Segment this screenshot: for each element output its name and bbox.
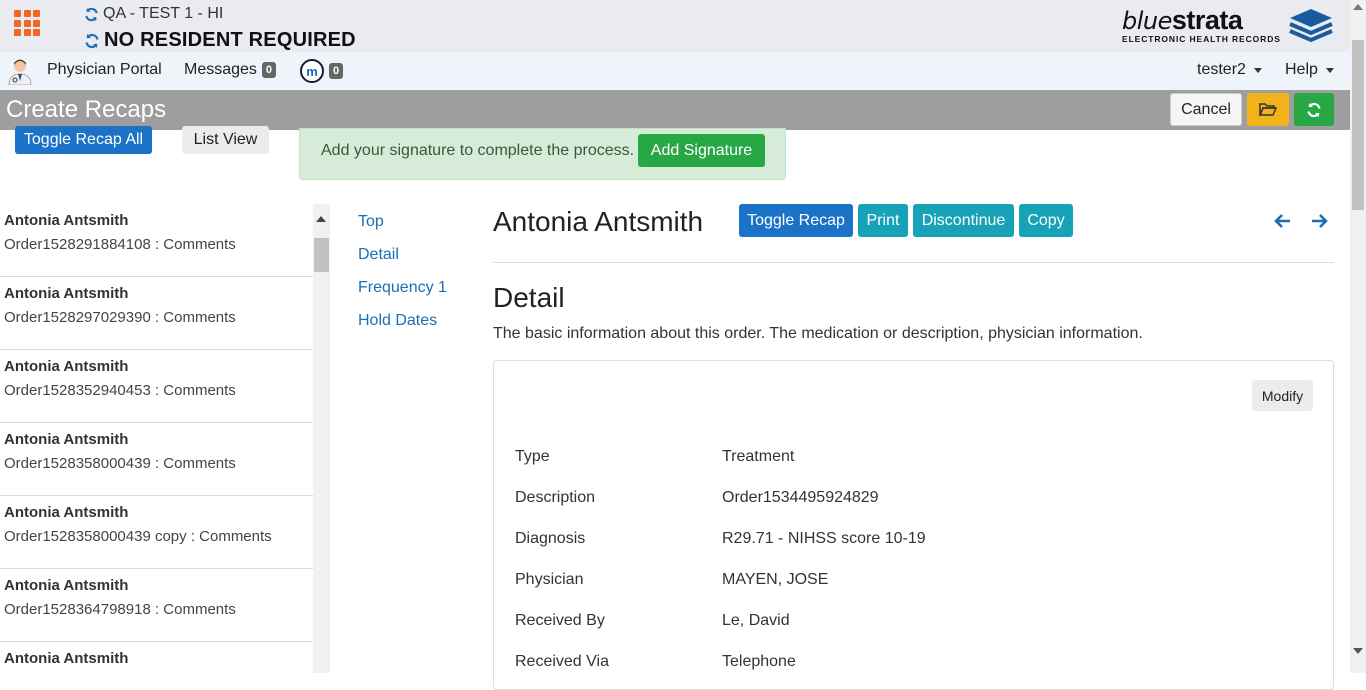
field-value: Treatment bbox=[722, 448, 795, 465]
sync-icon bbox=[84, 33, 100, 49]
logo-bold-text: strata bbox=[1171, 5, 1243, 35]
section-nav: Top Detail Frequency 1 Hold Dates bbox=[330, 204, 480, 673]
divider bbox=[493, 262, 1334, 263]
user-menu[interactable]: tester2 bbox=[1197, 61, 1262, 79]
arrow-right-icon[interactable] bbox=[1310, 212, 1328, 230]
nav-messages[interactable]: Messages 0 bbox=[184, 61, 277, 79]
order-patient-title: Antonia Antsmith bbox=[493, 206, 704, 237]
page-scrollbar[interactable] bbox=[1350, 0, 1366, 673]
scroll-down-icon[interactable] bbox=[1353, 648, 1363, 654]
order-patient-name: Antonia Antsmith bbox=[4, 285, 129, 302]
arrow-left-icon[interactable] bbox=[1274, 212, 1292, 230]
section-link-top[interactable]: Top bbox=[358, 213, 384, 231]
list-item[interactable]: Antonia Antsmith Order1528364798918 : Co… bbox=[0, 569, 313, 642]
facility-name: QA - TEST 1 - HI bbox=[103, 5, 224, 22]
copy-button[interactable]: Copy bbox=[1019, 204, 1073, 237]
signature-prompt: Add your signature to complete the proce… bbox=[321, 142, 635, 159]
main-navbar: Physician Portal Messages 0 m 0 tester2 … bbox=[0, 52, 1350, 90]
list-item[interactable]: Antonia Antsmith Order1528358000439 : Co… bbox=[0, 423, 313, 496]
help-menu[interactable]: Help bbox=[1285, 61, 1334, 79]
modify-button[interactable]: Modify bbox=[1252, 380, 1313, 411]
section-link-detail[interactable]: Detail bbox=[358, 246, 399, 264]
order-patient-name: Antonia Antsmith bbox=[4, 212, 129, 229]
order-description: Order1528364798918 : Comments bbox=[4, 601, 236, 618]
field-value: MAYEN, JOSE bbox=[722, 571, 829, 588]
field-label: Diagnosis bbox=[515, 530, 586, 547]
detail-heading: Detail bbox=[493, 282, 565, 313]
order-list-scrollbar[interactable] bbox=[313, 204, 330, 673]
field-label: Type bbox=[515, 448, 550, 465]
cancel-button[interactable]: Cancel bbox=[1170, 93, 1242, 126]
title-bar: Create Recaps Cancel bbox=[0, 90, 1350, 130]
field-label: Description bbox=[515, 489, 596, 506]
scroll-up-icon[interactable] bbox=[316, 216, 326, 222]
logo-tagline: ELECTRONIC HEALTH RECORDS bbox=[1122, 34, 1281, 44]
scrollbar-thumb[interactable] bbox=[314, 238, 329, 272]
field-value: Telephone bbox=[722, 653, 796, 670]
order-description: Order1528358000439 : Comments bbox=[4, 455, 236, 472]
doctor-avatar-icon bbox=[8, 59, 32, 85]
m-icon: m bbox=[300, 59, 324, 83]
list-item[interactable]: Antonia Antsmith Order1528352940453 : Co… bbox=[0, 350, 313, 423]
detail-card: Modify Type Treatment Description Order1… bbox=[493, 360, 1334, 690]
apps-grid-icon[interactable] bbox=[14, 10, 40, 36]
field-value: Le, David bbox=[722, 612, 790, 629]
list-item[interactable]: Antonia Antsmith Order1528358000439 copy… bbox=[0, 496, 313, 569]
order-description: Order1528358000439 copy : Comments bbox=[4, 528, 272, 545]
bluestrata-stack-icon bbox=[1289, 9, 1333, 43]
resident-name: NO RESIDENT REQUIRED bbox=[104, 29, 356, 51]
field-label: Physician bbox=[515, 571, 584, 588]
open-folder-button[interactable] bbox=[1247, 93, 1289, 126]
field-value: Order1534495924829 bbox=[722, 489, 879, 506]
list-item[interactable]: Antonia Antsmith Order1528297029390 : Co… bbox=[0, 277, 313, 350]
toggle-recap-button[interactable]: Toggle Recap bbox=[739, 204, 853, 237]
page-title: Create Recaps bbox=[6, 96, 167, 123]
nav-m-link[interactable]: m 0 bbox=[300, 59, 344, 83]
order-patient-name: Antonia Antsmith bbox=[4, 358, 129, 375]
chevron-down-icon bbox=[1253, 67, 1262, 73]
bluestrata-logo: bluestrata ELECTRONIC HEALTH RECORDS bbox=[1122, 6, 1334, 46]
order-description: Order1528297029390 : Comments bbox=[4, 309, 236, 326]
logo-light-text: blue bbox=[1122, 7, 1172, 35]
discontinue-button[interactable]: Discontinue bbox=[913, 204, 1014, 237]
section-link-hold-dates[interactable]: Hold Dates bbox=[358, 312, 437, 330]
user-name: tester2 bbox=[1197, 61, 1246, 78]
field-label: Received By bbox=[515, 612, 605, 629]
folder-open-icon bbox=[1259, 103, 1277, 116]
order-patient-name: Antonia Antsmith bbox=[4, 577, 129, 594]
nav-physician-portal[interactable]: Physician Portal bbox=[47, 61, 162, 79]
add-signature-button[interactable]: Add Signature bbox=[638, 134, 765, 167]
sync-icon bbox=[84, 7, 99, 22]
order-patient-name: Antonia Antsmith bbox=[4, 431, 129, 448]
order-list: Antonia Antsmith Order1528291884108 : Co… bbox=[0, 204, 313, 673]
order-patient-name: Antonia Antsmith bbox=[4, 504, 129, 521]
toggle-recap-all-button[interactable]: Toggle Recap All bbox=[15, 126, 152, 154]
scroll-up-icon[interactable] bbox=[1353, 4, 1363, 10]
list-view-button[interactable]: List View bbox=[182, 126, 269, 154]
help-label: Help bbox=[1285, 61, 1318, 78]
field-value: R29.71 - NIHSS score 10-19 bbox=[722, 530, 926, 547]
field-label: Received Via bbox=[515, 653, 609, 670]
nav-messages-label: Messages bbox=[184, 61, 257, 78]
resident-selector[interactable]: NO RESIDENT REQUIRED bbox=[84, 29, 356, 52]
list-item[interactable]: Antonia Antsmith Order1528291884108 : Co… bbox=[0, 204, 313, 277]
detail-description: The basic information about this order. … bbox=[493, 325, 1143, 342]
facility-selector[interactable]: QA - TEST 1 - HI bbox=[84, 5, 223, 23]
signature-alert: Add your signature to complete the proce… bbox=[299, 128, 786, 180]
order-description: Order1528352940453 : Comments bbox=[4, 382, 236, 399]
list-item[interactable]: Antonia Antsmith bbox=[0, 642, 313, 673]
top-header: QA - TEST 1 - HI NO RESIDENT REQUIRED bl… bbox=[0, 0, 1350, 52]
order-patient-name: Antonia Antsmith bbox=[4, 650, 129, 667]
refresh-button[interactable] bbox=[1294, 93, 1334, 126]
m-count-badge: 0 bbox=[329, 63, 344, 79]
nav-physician-portal-label: Physician Portal bbox=[47, 61, 162, 78]
refresh-icon bbox=[1307, 102, 1321, 117]
chevron-down-icon bbox=[1325, 67, 1334, 73]
scrollbar-thumb[interactable] bbox=[1352, 40, 1364, 210]
print-button[interactable]: Print bbox=[858, 204, 908, 237]
section-link-frequency[interactable]: Frequency 1 bbox=[358, 279, 447, 297]
order-description: Order1528291884108 : Comments bbox=[4, 236, 236, 253]
messages-count-badge: 0 bbox=[261, 62, 277, 78]
